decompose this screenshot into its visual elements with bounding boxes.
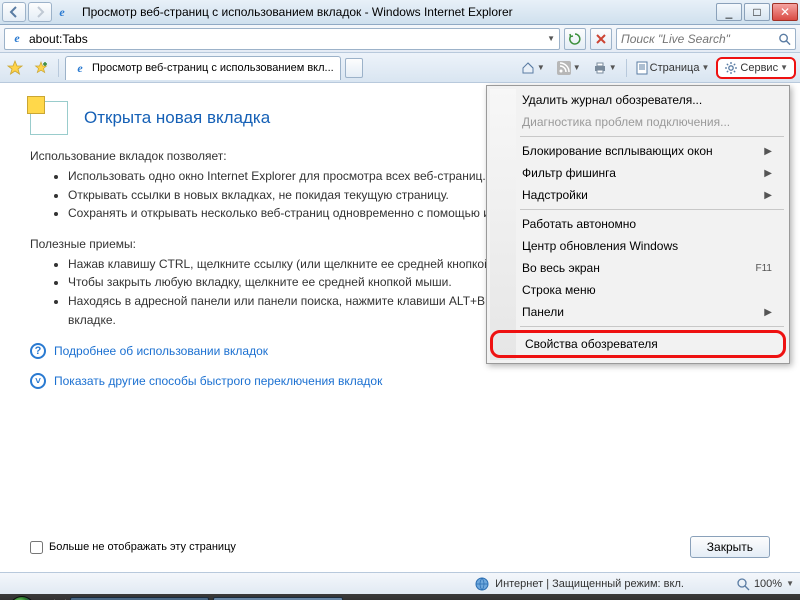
page-icon [636,61,648,75]
menu-popup-blocker[interactable]: Блокирование всплывающих окон▶ [490,140,786,162]
windows-orb-icon [9,596,35,600]
feeds-button[interactable]: ▼ [552,57,586,79]
ie-icon: e [54,4,70,20]
print-icon [593,61,607,75]
menu-diagnose-connection: Диагностика проблем подключения... [490,111,786,133]
new-tab-button[interactable] [345,58,363,78]
home-button[interactable]: ▼ [516,57,550,79]
maximize-button[interactable]: □ [744,3,770,21]
start-button[interactable] [4,594,40,600]
gear-icon [724,61,738,75]
tab-toolbar-row: e Просмотр веб-страниц с использованием … [0,53,800,83]
home-icon [521,61,535,75]
dont-show-label: Больше не отображать эту страницу [49,541,236,553]
search-box[interactable] [616,28,796,50]
window-titlebar: e Просмотр веб-страниц с использованием … [0,0,800,25]
internet-zone-icon [475,577,489,591]
page-icon: e [9,31,25,47]
submenu-arrow-icon: ▶ [764,146,772,157]
page-content: Открыта новая вкладка Использование вкла… [0,83,800,572]
tools-menu-label: Сервис [740,62,778,74]
tab-page-icon: e [72,60,88,76]
add-favorite-button[interactable] [30,57,52,79]
address-input[interactable] [29,32,547,46]
stop-button[interactable] [590,28,612,50]
address-dropdown-icon[interactable]: ▼ [547,34,555,43]
menu-phishing-filter[interactable]: Фильтр фишинга▶ [490,162,786,184]
help-icon: ? [30,343,46,359]
favorites-star-button[interactable] [4,57,26,79]
menu-delete-history[interactable]: Удалить журнал обозревателя... [490,89,786,111]
menu-windows-update[interactable]: Центр обновления Windows [490,235,786,257]
nav-forward-button[interactable] [28,2,52,22]
refresh-button[interactable] [564,28,586,50]
search-input[interactable] [621,32,778,46]
nav-back-button[interactable] [2,2,26,22]
print-button[interactable]: ▼ [588,57,622,79]
show-other-ways-link[interactable]: Показать другие способы быстрого переклю… [54,374,382,388]
tab-label: Просмотр веб-страниц с использованием вк… [92,62,334,74]
zoom-icon [736,577,750,591]
status-bar: Интернет | Защищенный режим: вкл. 100% ▼ [0,572,800,594]
menu-menubar[interactable]: Строка меню [490,279,786,301]
tools-dropdown-menu: Удалить журнал обозревателя... Диагности… [486,85,790,364]
active-tab[interactable]: e Просмотр веб-страниц с использованием … [65,56,341,80]
menu-toolbars[interactable]: Панели▶ [490,301,786,323]
search-icon[interactable] [778,32,791,46]
more-about-tabs-link[interactable]: Подробнее об использовании вкладок [54,344,268,358]
new-tab-icon [30,101,68,135]
menu-fullscreen[interactable]: Во весь экранF11 [490,257,786,279]
dont-show-checkbox[interactable] [30,541,43,554]
tools-menu-button[interactable]: Сервис▼ [716,57,796,79]
close-button[interactable]: ✕ [772,3,798,21]
submenu-arrow-icon: ▶ [764,190,772,201]
page-menu-label: Страница [650,62,700,74]
taskbar: Панель управления e Просмотр веб-стр... … [0,594,800,600]
submenu-arrow-icon: ▶ [764,168,772,179]
menu-addons[interactable]: Надстройки▶ [490,184,786,206]
status-zone-text: Интернет | Защищенный режим: вкл. [495,578,684,590]
menu-internet-options[interactable]: Свойства обозревателя [490,330,786,358]
minimize-button[interactable]: _ [716,3,742,21]
page-menu-button[interactable]: Страница▼ [631,57,715,79]
zoom-control[interactable]: 100% ▼ [736,577,794,591]
window-title: Просмотр веб-страниц с использованием вк… [82,5,513,19]
close-tab-button[interactable]: Закрыть [690,536,770,558]
chevron-down-icon[interactable]: ▼ [786,579,794,588]
submenu-arrow-icon: ▶ [764,307,772,318]
address-bar-row: e ▼ [0,25,800,53]
chevron-down-icon: ˅ [30,373,46,389]
page-title: Открыта новая вкладка [84,108,270,128]
zoom-value: 100% [754,578,782,590]
rss-icon [557,61,571,75]
address-bar[interactable]: e ▼ [4,28,560,50]
menu-work-offline[interactable]: Работать автономно [490,213,786,235]
